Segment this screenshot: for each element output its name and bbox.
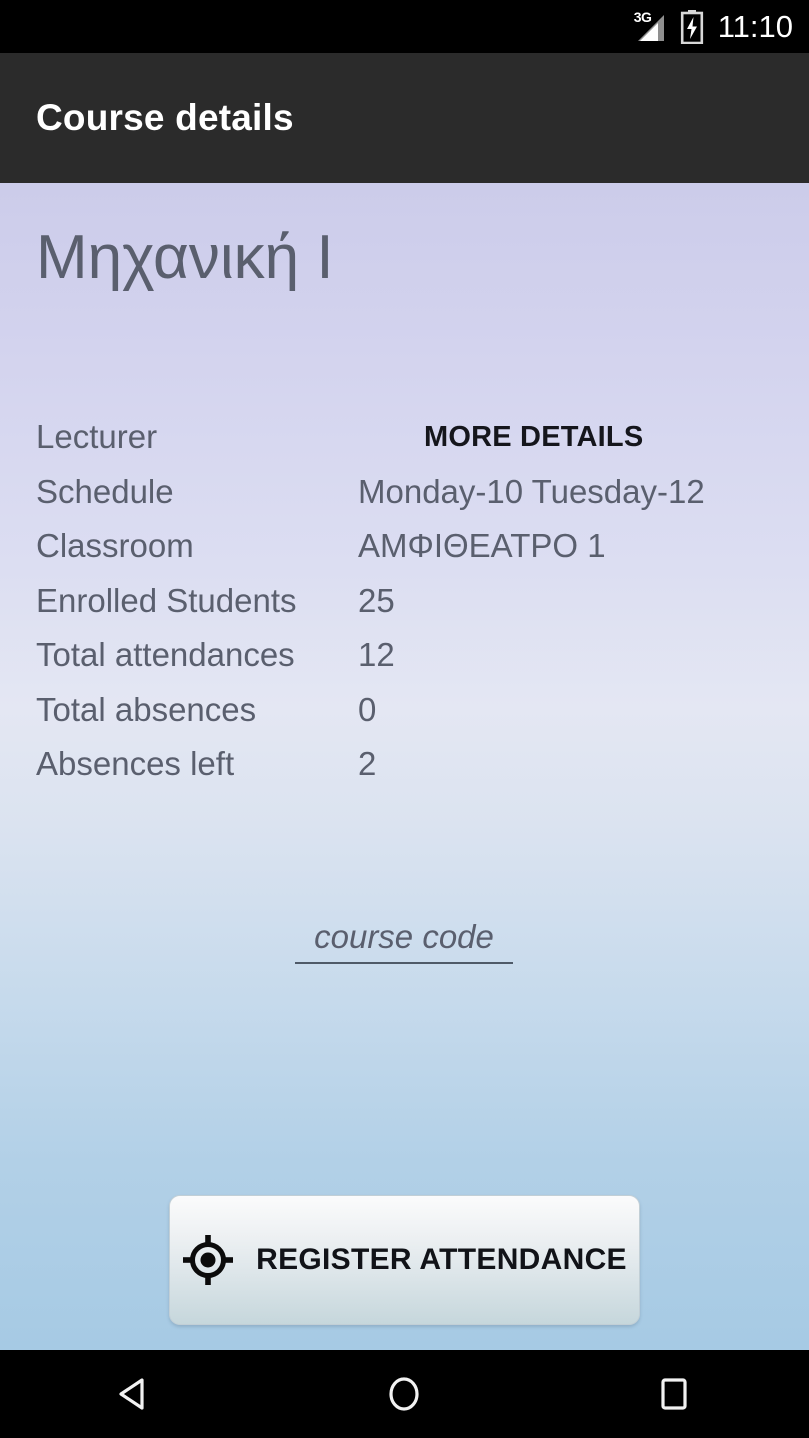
status-bar-icons: 3G 11:10 <box>633 8 793 44</box>
table-row-schedule: Schedule Monday-10 Tuesday-12 <box>36 465 736 520</box>
info-label-lecturer: Lecturer <box>36 418 158 455</box>
table-row-classroom: Classroom ΑΜΦΙΘΕΑΤΡΟ 1 <box>36 519 736 574</box>
register-attendance-label: REGISTER ATTENDANCE <box>256 1243 627 1276</box>
info-value-total-attendances: 12 <box>358 636 395 673</box>
table-row-absences-left: Absences left 2 <box>36 737 736 792</box>
battery-charging-icon <box>680 9 703 44</box>
info-value-classroom: ΑΜΦΙΘΕΑΤΡΟ 1 <box>358 527 606 564</box>
info-label-total-attendances: Total attendances <box>36 636 295 673</box>
recents-square-icon <box>661 1378 687 1410</box>
table-row-total-attendances: Total attendances 12 <box>36 628 736 683</box>
home-circle-icon <box>389 1377 420 1411</box>
status-bar-clock: 11:10 <box>717 9 793 44</box>
nav-recents-button[interactable] <box>619 1364 729 1424</box>
gps-crosshair-icon <box>183 1235 234 1285</box>
course-name-heading: Μηχανική Ι <box>36 223 334 292</box>
course-details-content: Μηχανική Ι Lecturer MORE DETAILS Schedul… <box>0 183 809 1350</box>
back-triangle-icon <box>119 1378 144 1410</box>
phone-screen: 3G 11:10 Course details Μηχανική Ι Lectu… <box>0 0 809 1438</box>
table-row-lecturer: Lecturer MORE DETAILS <box>36 410 736 465</box>
info-value-absences-left: 2 <box>358 745 377 782</box>
info-label-absences-left: Absences left <box>36 745 235 782</box>
status-bar: 3G 11:10 <box>0 0 809 53</box>
course-code-field-wrapper <box>295 918 513 964</box>
info-label-classroom: Classroom <box>36 527 194 564</box>
page-title: Course details <box>36 97 294 138</box>
info-value-schedule: Monday-10 Tuesday-12 <box>358 472 705 510</box>
nav-home-button[interactable] <box>349 1364 459 1424</box>
android-navigation-bar <box>0 1350 809 1438</box>
info-value-total-absences: 0 <box>358 690 377 728</box>
info-value-enrolled-students: 25 <box>358 581 395 619</box>
more-details-button[interactable]: MORE DETAILS <box>424 410 643 464</box>
info-label-schedule: Schedule <box>36 472 174 510</box>
app-bar: Course details <box>0 53 809 183</box>
info-label-total-absences: Total absences <box>36 690 257 728</box>
course-info-table: Lecturer MORE DETAILS Schedule Monday-10… <box>36 410 736 792</box>
nav-back-button[interactable] <box>80 1364 190 1424</box>
table-row-enrolled-students: Enrolled Students 25 <box>36 574 736 629</box>
course-code-input[interactable] <box>295 918 513 964</box>
signal-cellular-3g-icon: 3G <box>633 8 668 43</box>
register-attendance-button[interactable]: REGISTER ATTENDANCE <box>169 1195 640 1325</box>
info-label-enrolled-students: Enrolled Students <box>36 581 297 619</box>
network-type-label: 3G <box>633 8 652 25</box>
table-row-total-absences: Total absences 0 <box>36 683 736 738</box>
